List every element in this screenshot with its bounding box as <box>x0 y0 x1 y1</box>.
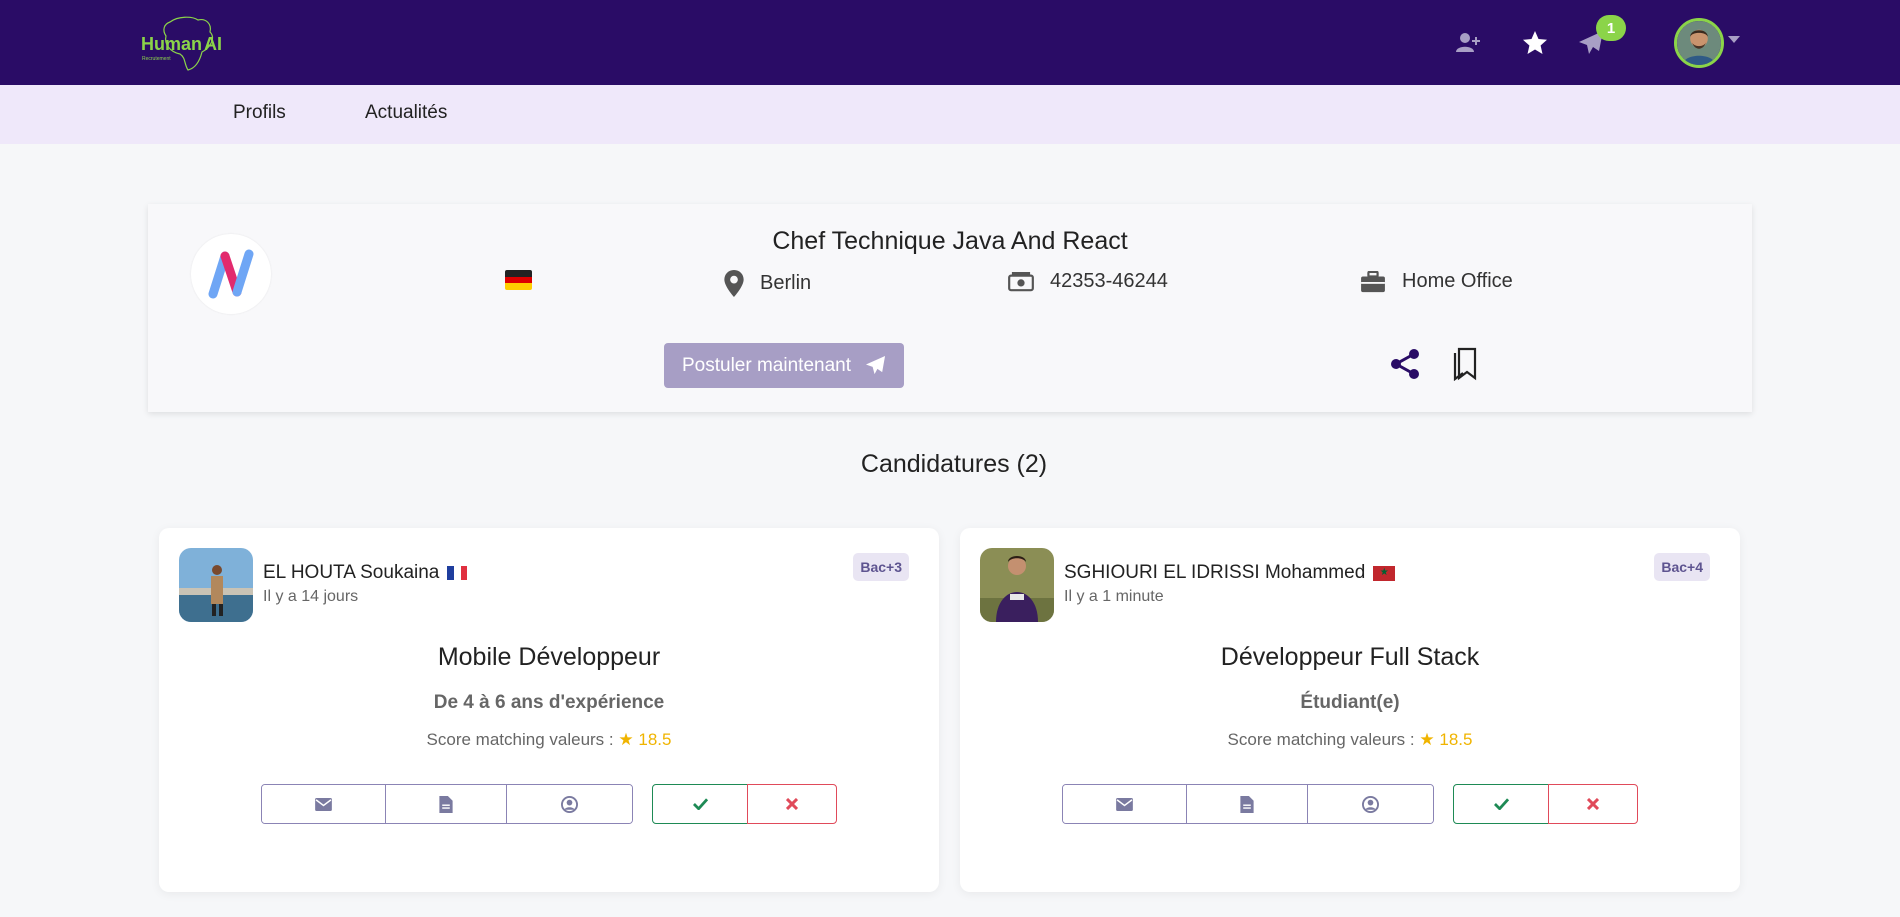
reject-button[interactable] <box>747 784 837 824</box>
file-icon <box>439 795 453 813</box>
accept-button[interactable] <box>652 784 748 824</box>
top-navbar: Human AI Recrutement 1 <box>0 0 1900 85</box>
user-circle-icon <box>561 795 578 813</box>
cv-button[interactable] <box>1187 785 1308 823</box>
check-icon <box>692 798 708 810</box>
job-location: Berlin <box>724 270 811 297</box>
share-icon[interactable] <box>1388 347 1422 381</box>
check-icon <box>1493 798 1509 810</box>
candidate-score: Score matching valeurs : ★ 18.5 <box>159 730 939 750</box>
user-circle-icon <box>1362 795 1379 813</box>
paper-plane-icon <box>865 355 886 375</box>
apply-button-label: Postuler maintenant <box>682 354 851 376</box>
sub-navbar: Profils Actualités <box>0 85 1900 144</box>
accept-button[interactable] <box>1453 784 1549 824</box>
bookmark-icon[interactable] <box>1452 347 1478 381</box>
candidate-time: Il y a 14 jours <box>263 588 359 605</box>
job-title: Chef Technique Java And React <box>772 227 1128 255</box>
brand-logo[interactable]: Human AI Recrutement <box>140 14 236 74</box>
money-bill-icon <box>1008 271 1034 291</box>
candidate-role: Développeur Full Stack <box>1220 643 1480 671</box>
job-salary: 42353-46244 <box>1008 270 1168 293</box>
candidate-name[interactable]: EL HOUTA Soukaina <box>263 562 468 584</box>
profile-button[interactable] <box>1308 785 1433 823</box>
notification-badge: 1 <box>1596 15 1626 41</box>
add-user-icon[interactable] <box>1452 27 1484 59</box>
star-icon: ★ <box>1419 730 1435 749</box>
candidate-experience: Étudiant(e) <box>1300 692 1400 713</box>
candidate-name-text: SGHIOURI EL IDRISSI Mohammed <box>1064 562 1366 583</box>
germany-flag-icon <box>505 270 532 290</box>
score-label: Score matching valeurs : <box>426 730 614 749</box>
svg-text:Human: Human <box>141 34 202 54</box>
nav-item-actualites[interactable]: Actualités <box>365 102 447 124</box>
email-button[interactable] <box>262 785 386 823</box>
nav-item-profils[interactable]: Profils <box>233 102 286 124</box>
briefcase-icon <box>1361 270 1385 292</box>
candidate-score: Score matching valeurs : ★ 18.5 <box>960 730 1740 750</box>
star-icon[interactable] <box>1519 27 1551 59</box>
star-icon: ★ <box>618 730 634 749</box>
user-avatar[interactable] <box>1674 18 1724 68</box>
map-pin-icon <box>724 270 744 297</box>
svg-text:Recrutement: Recrutement <box>142 56 171 62</box>
candidate-experience: De 4 à 6 ans d'expérience <box>433 692 665 713</box>
applications-title: Candidatures (2) <box>860 450 1048 478</box>
svg-text:AI: AI <box>204 34 222 54</box>
candidate-action-group <box>261 784 633 824</box>
candidate-card: SGHIOURI EL IDRISSI Mohammed ★ Il y a 1 … <box>960 528 1740 892</box>
score-value: 18.5 <box>1439 730 1473 749</box>
candidate-time: Il y a 1 minute <box>1064 588 1164 605</box>
candidate-card: EL HOUTA Soukaina Il y a 14 jours Bac+3 … <box>159 528 939 892</box>
work-mode-text: Home Office <box>1402 270 1513 292</box>
location-text: Berlin <box>760 272 812 294</box>
apply-now-button[interactable]: Postuler maintenant <box>664 343 904 388</box>
score-label: Score matching valeurs : <box>1227 730 1415 749</box>
morocco-flag-icon: ★ <box>1373 565 1396 581</box>
cv-button[interactable] <box>386 785 507 823</box>
candidate-name-text: EL HOUTA Soukaina <box>263 562 440 583</box>
degree-badge: Bac+3 <box>853 553 909 581</box>
email-button[interactable] <box>1063 785 1187 823</box>
envelope-icon <box>315 797 332 811</box>
candidate-avatar[interactable] <box>980 548 1054 622</box>
profile-button[interactable] <box>507 785 632 823</box>
candidate-avatar[interactable] <box>179 548 253 622</box>
close-icon <box>786 798 798 810</box>
score-value: 18.5 <box>638 730 672 749</box>
job-work-mode: Home Office <box>1360 270 1513 293</box>
candidate-name[interactable]: SGHIOURI EL IDRISSI Mohammed ★ <box>1064 562 1396 584</box>
salary-text: 42353-46244 <box>1050 270 1168 292</box>
file-icon <box>1240 795 1254 813</box>
chevron-down-icon[interactable] <box>1728 36 1740 43</box>
france-flag-icon <box>447 566 468 580</box>
degree-badge: Bac+4 <box>1654 553 1710 581</box>
candidate-role: Mobile Développeur <box>437 643 661 671</box>
close-icon <box>1587 798 1599 810</box>
envelope-icon <box>1116 797 1133 811</box>
reject-button[interactable] <box>1548 784 1638 824</box>
job-offer-card: Chef Technique Java And React Berlin 423… <box>148 204 1752 412</box>
candidate-action-group <box>1062 784 1434 824</box>
